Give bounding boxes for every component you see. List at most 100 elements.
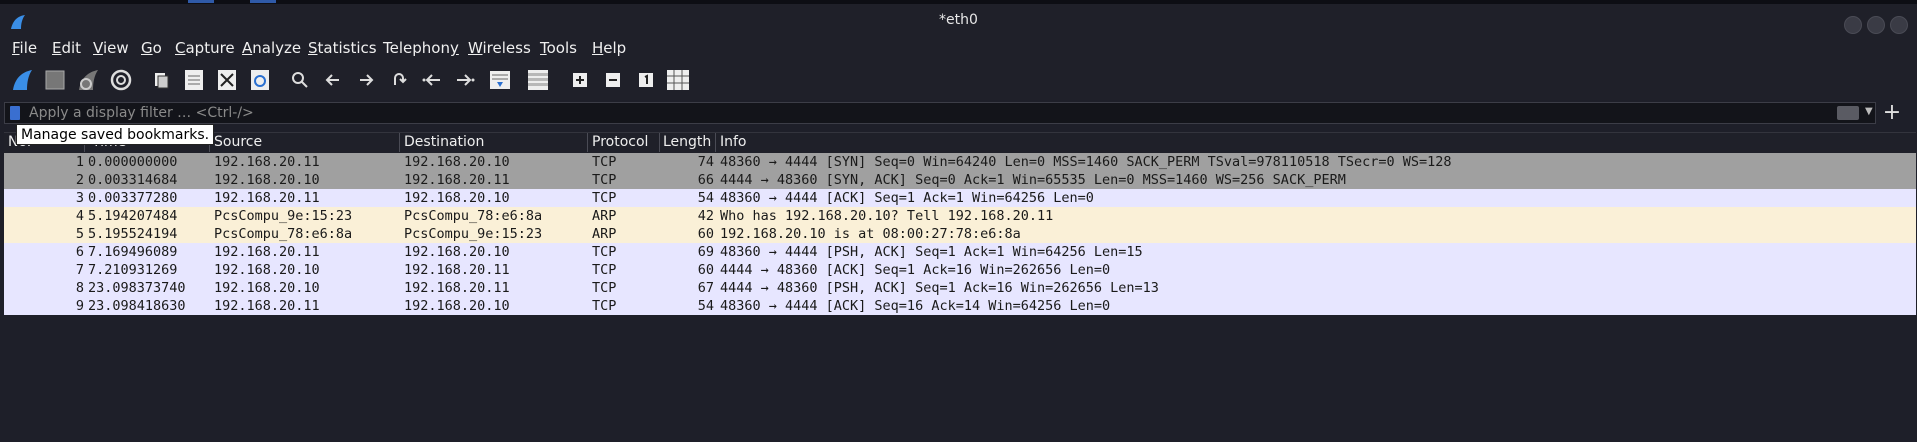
packet-no: 4 [75, 208, 84, 224]
packet-list-empty-area [4, 316, 1916, 442]
add-filter-button[interactable]: + [1880, 100, 1904, 125]
column-header-source[interactable]: Source [214, 134, 262, 150]
packet-no: 7 [75, 262, 84, 278]
table-row[interactable]: 2 0.003314684 192.168.20.10 192.168.20.11 TC… [4, 171, 1916, 189]
open-file-icon[interactable] [147, 66, 175, 94]
save-file-icon[interactable] [180, 66, 208, 94]
apply-filter-arrow-icon[interactable] [1837, 106, 1859, 120]
first-packet-icon[interactable] [418, 66, 446, 94]
resize-columns-icon[interactable] [664, 66, 692, 94]
zoom-out-icon[interactable] [599, 66, 627, 94]
packet-source: PcsCompu_78:e6:8a [214, 226, 353, 242]
packet-protocol: TCP [592, 190, 617, 206]
packet-info: 48360 → 4444 [ACK] Seq=16 Ack=14 Win=642… [720, 298, 1111, 314]
menu-help[interactable]: Help [592, 39, 626, 57]
maximize-button[interactable] [1867, 16, 1885, 34]
column-header-protocol[interactable]: Protocol [592, 134, 648, 150]
reload-file-icon[interactable] [246, 66, 274, 94]
packet-length: 60 [697, 226, 714, 242]
packet-info: 4444 → 48360 [ACK] Seq=1 Ack=16 Win=2626… [720, 262, 1111, 278]
packet-no: 9 [75, 298, 84, 314]
packet-protocol: TCP [592, 298, 617, 314]
packet-protocol: TCP [592, 262, 617, 278]
packet-time: 0.003377280 [88, 190, 178, 206]
packet-info: 48360 → 4444 [ACK] Seq=1 Ack=1 Win=64256… [720, 190, 1094, 206]
menu-tools[interactable]: Tools [540, 39, 577, 57]
packet-length: 42 [697, 208, 714, 224]
packet-source: 192.168.20.11 [214, 298, 320, 314]
menu-analyze[interactable]: Analyze [242, 39, 301, 57]
packet-source: 192.168.20.10 [214, 280, 320, 296]
packet-info: 48360 → 4444 [SYN] Seq=0 Win=64240 Len=0… [720, 154, 1452, 170]
go-to-packet-icon[interactable] [385, 66, 413, 94]
window-title: *eth0 [939, 12, 978, 28]
packet-info: Who has 192.168.20.10? Tell 192.168.20.1… [720, 208, 1054, 224]
packet-no: 2 [75, 172, 84, 188]
table-row[interactable]: 7 7.210931269 192.168.20.10 192.168.20.11 TC… [4, 261, 1916, 279]
close-window-button[interactable] [1890, 16, 1908, 34]
packet-protocol: ARP [592, 226, 617, 242]
packet-length: 54 [697, 298, 714, 314]
colorize-icon[interactable] [524, 66, 552, 94]
packet-source: 192.168.20.11 [214, 154, 320, 170]
zoom-in-icon[interactable] [566, 66, 594, 94]
menu-view[interactable]: View [93, 39, 129, 57]
packet-destination: 192.168.20.10 [404, 244, 510, 260]
display-filter-bar: ▼ [4, 102, 1876, 124]
packet-destination: 192.168.20.11 [404, 280, 510, 296]
stop-capture-icon[interactable] [41, 66, 69, 94]
start-capture-icon[interactable] [8, 66, 36, 94]
packet-info: 192.168.20.10 is at 08:00:27:78:e6:8a [720, 226, 1021, 242]
display-filter-input[interactable] [29, 103, 1809, 123]
packet-no: 3 [75, 190, 84, 206]
menu-file[interactable]: File [12, 39, 37, 57]
column-header-destination[interactable]: Destination [404, 134, 484, 150]
go-forward-icon[interactable] [352, 66, 380, 94]
column-header-length[interactable]: Length [663, 134, 711, 150]
table-row[interactable]: 3 0.003377280 192.168.20.11 192.168.20.10 TC… [4, 189, 1916, 207]
find-packet-icon[interactable] [286, 66, 314, 94]
packet-source: 192.168.20.11 [214, 244, 320, 260]
menu-capture[interactable]: Capture [175, 39, 235, 57]
minimize-button[interactable] [1844, 16, 1862, 34]
table-row[interactable]: 5 5.195524194 PcsCompu_78:e6:8a PcsCompu_9e… [4, 225, 1916, 243]
packet-destination: 192.168.20.10 [404, 298, 510, 314]
packet-destination: 192.168.20.11 [404, 262, 510, 278]
autoscroll-icon[interactable] [486, 66, 514, 94]
packet-no: 8 [75, 280, 84, 296]
packet-source: 192.168.20.10 [214, 172, 320, 188]
packet-length: 60 [697, 262, 714, 278]
packet-length: 67 [697, 280, 714, 296]
capture-options-icon[interactable] [107, 66, 135, 94]
table-row[interactable]: 8 23.098373740 192.168.20.10 192.168.20.11 T… [4, 279, 1916, 297]
table-row[interactable]: 1 0.000000000 192.168.20.11 192.168.20.10 TC… [4, 153, 1916, 171]
packet-length: 74 [697, 154, 714, 170]
go-back-icon[interactable] [319, 66, 347, 94]
packet-info: 4444 → 48360 [SYN, ACK] Seq=0 Ack=1 Win=… [720, 172, 1346, 188]
menu-edit[interactable]: Edit [52, 39, 81, 57]
packet-info: 4444 → 48360 [PSH, ACK] Seq=1 Ack=16 Win… [720, 280, 1159, 296]
title-bar: *eth0 [0, 4, 1917, 36]
table-row[interactable]: 4 5.194207484 PcsCompu_9e:15:23 PcsCompu_78… [4, 207, 1916, 225]
menu-wireless[interactable]: Wireless [468, 39, 531, 57]
column-header-info[interactable]: Info [720, 134, 747, 150]
packet-info: 48360 → 4444 [PSH, ACK] Seq=1 Ack=1 Win=… [720, 244, 1143, 260]
menu-statistics[interactable]: Statistics [308, 39, 377, 57]
menu-telephony[interactable]: Telephony [383, 39, 459, 57]
normal-size-icon[interactable] [632, 66, 660, 94]
packet-list-header: No. Time Source Destination Protocol Len… [4, 132, 1916, 153]
bookmarks-tooltip: Manage saved bookmarks. [16, 124, 215, 145]
menu-go[interactable]: Go [141, 39, 162, 57]
bookmark-icon[interactable] [10, 106, 20, 120]
last-packet-icon[interactable] [451, 66, 479, 94]
packet-time: 0.000000000 [88, 154, 178, 170]
restart-capture-icon[interactable] [74, 66, 102, 94]
packet-length: 66 [697, 172, 714, 188]
close-file-icon[interactable] [213, 66, 241, 94]
filter-history-chevron-down-icon[interactable]: ▼ [1865, 106, 1873, 117]
table-row[interactable]: 9 23.098418630 192.168.20.11 192.168.20.10 T… [4, 297, 1916, 315]
main-toolbar [0, 62, 1917, 100]
packet-no: 1 [75, 154, 84, 170]
packet-source: PcsCompu_9e:15:23 [214, 208, 353, 224]
table-row[interactable]: 6 7.169496089 192.168.20.11 192.168.20.10 TC… [4, 243, 1916, 261]
